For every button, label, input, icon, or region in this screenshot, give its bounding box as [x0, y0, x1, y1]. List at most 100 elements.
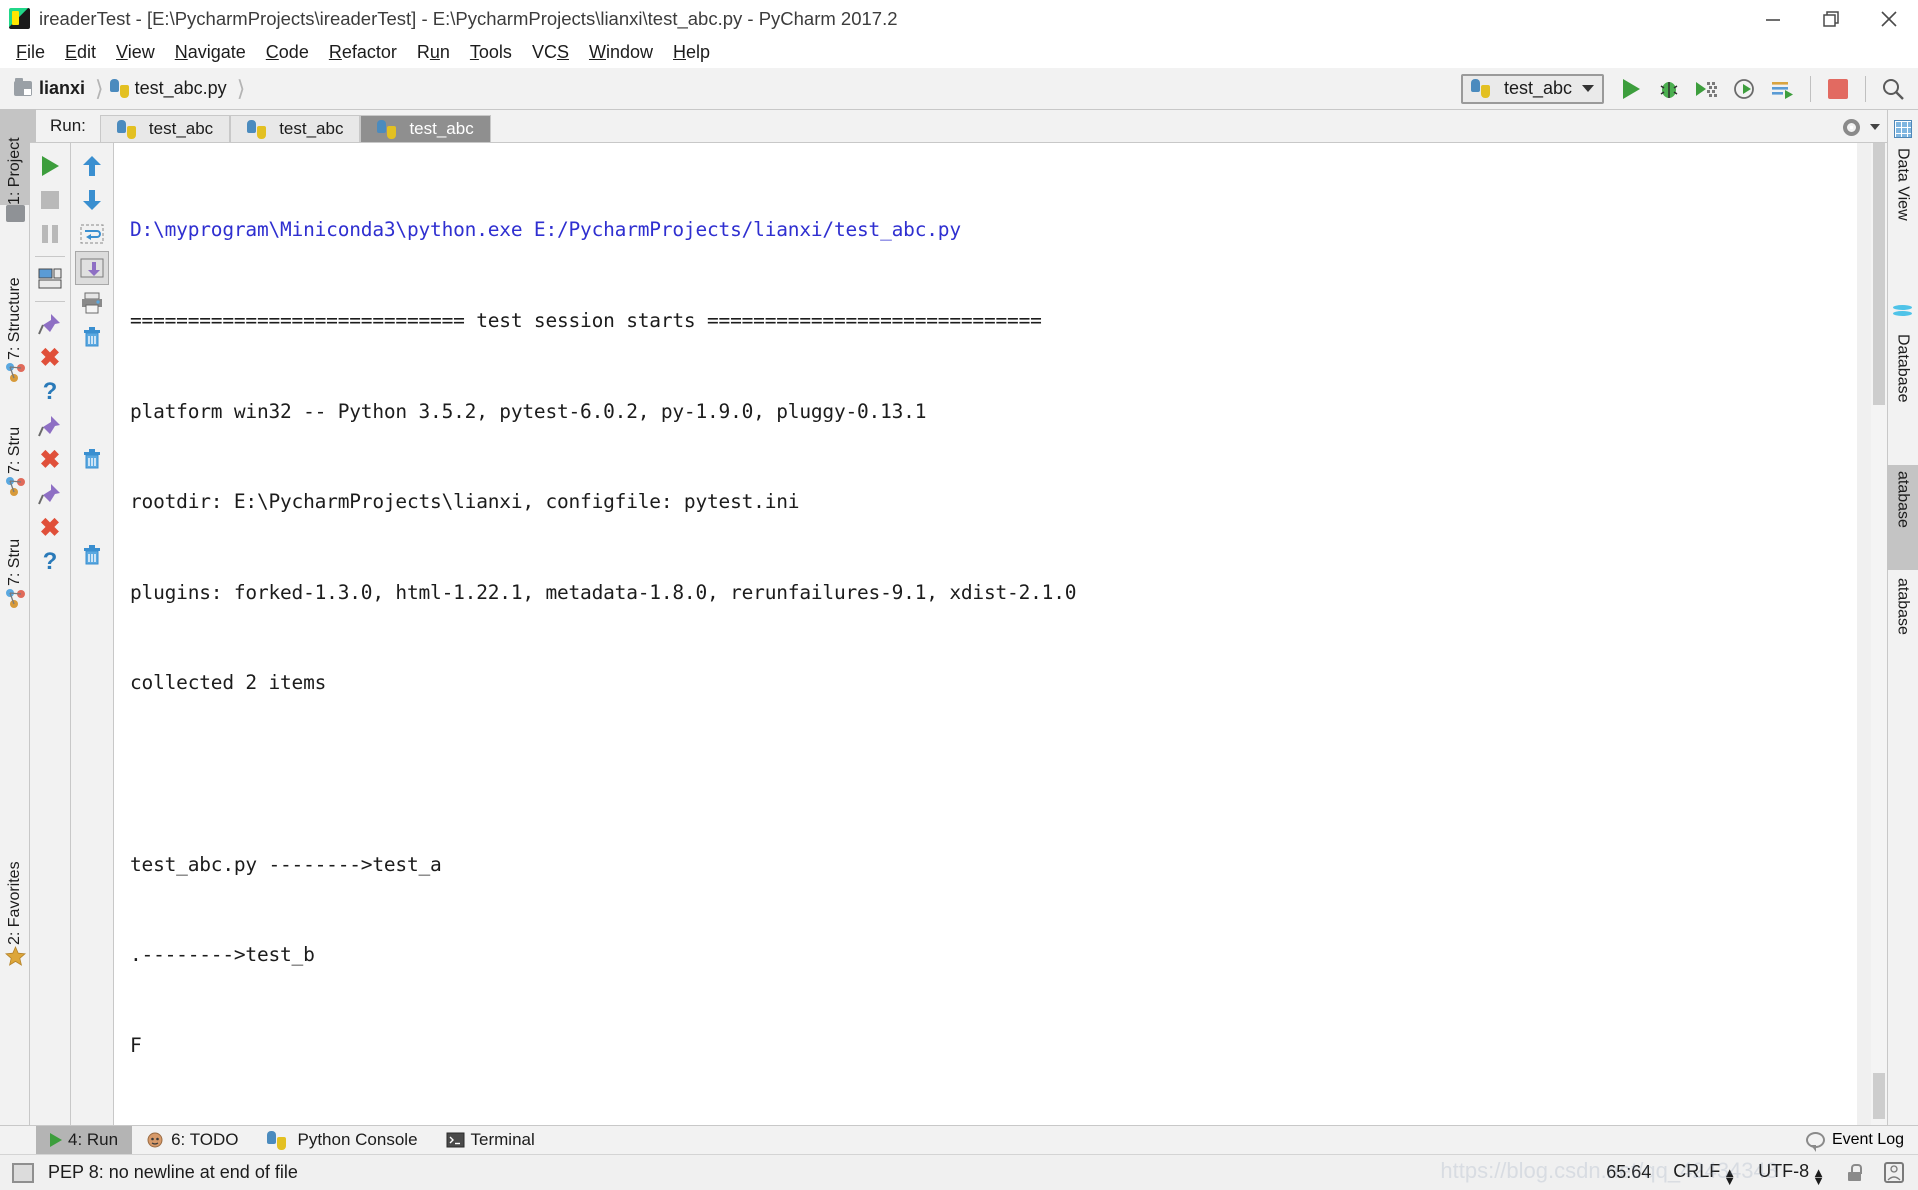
help-button-3[interactable]: ? [33, 545, 67, 579]
sidebar-item-favorites[interactable]: 2: Favorites [0, 830, 30, 945]
bottom-item-todo[interactable]: 6: TODO [132, 1126, 252, 1155]
soft-wrap-button[interactable] [75, 217, 109, 251]
pin-icon [38, 314, 60, 335]
menu-view[interactable]: View [106, 40, 165, 65]
pin-tab-button-2[interactable] [33, 409, 67, 443]
run-button[interactable] [1614, 72, 1648, 106]
stop-button[interactable] [1821, 72, 1855, 106]
spinner-icon: ▲ ▼ [1723, 1165, 1737, 1188]
scrollbar-thumb[interactable] [1873, 143, 1885, 405]
pin-tab-button-3[interactable] [33, 477, 67, 511]
python-run-icon [116, 119, 136, 139]
clear-all-button-2[interactable] [75, 441, 109, 475]
run-console[interactable]: D:\myprogram\Miniconda3\python.exe E:/Py… [114, 143, 1857, 1125]
maximize-button[interactable] [1802, 0, 1860, 37]
menu-help[interactable]: Help [663, 40, 720, 65]
help-button[interactable]: ? [33, 375, 67, 409]
menu-tools[interactable]: Tools [460, 40, 522, 65]
toggle-layout-button[interactable] [33, 262, 67, 296]
sidebar-item-label: 7: Structure [6, 277, 23, 360]
coverage-icon [1696, 81, 1717, 97]
chevron-down-icon[interactable] [1870, 124, 1880, 130]
menu-run[interactable]: Run [407, 40, 460, 65]
scrollbar-thumb-secondary[interactable] [1873, 1073, 1885, 1119]
close-tab-button-2[interactable]: ✖ [33, 443, 67, 477]
console-actions-toolbar [71, 143, 114, 1125]
profile-button[interactable] [1728, 72, 1762, 106]
event-log-label: Event Log [1831, 1131, 1904, 1148]
run-with-coverage-button[interactable] [1690, 72, 1724, 106]
close-tab-button[interactable]: ✖ [33, 341, 67, 375]
run-tab-3[interactable]: test_abc [360, 115, 491, 142]
close-tab-button-3[interactable]: ✖ [33, 511, 67, 545]
arrow-down-icon [83, 190, 101, 210]
stop-icon [1828, 78, 1848, 99]
scroll-up-button[interactable] [75, 149, 109, 183]
console-line: ============================= test sessi… [130, 309, 1042, 332]
caret-position[interactable]: 65:64 [1606, 1162, 1651, 1183]
console-output: D:\myprogram\Miniconda3\python.exe E:/Py… [114, 143, 1857, 1125]
minimize-button[interactable] [1744, 0, 1802, 37]
sidebar-item-data-view[interactable]: Data View [1887, 142, 1918, 262]
hector-icon[interactable] [1884, 1162, 1904, 1183]
lock-icon[interactable] [1847, 1164, 1862, 1181]
sidebar-item-project[interactable]: 1: Project [0, 110, 30, 205]
run-tab-2[interactable]: test_abc [230, 115, 361, 142]
breadcrumb-item-test-abc[interactable]: test_abc.py [109, 78, 227, 99]
bottom-toolwindow-bar: 4: Run 6: TODO Python Console Terminal E [0, 1125, 1918, 1155]
menu-navigate[interactable]: Navigate [165, 40, 256, 65]
sidebar-item-database-3[interactable]: atabase [1887, 572, 1918, 677]
print-button[interactable] [75, 285, 109, 319]
close-button[interactable] [1860, 0, 1918, 37]
menu-code[interactable]: Code [256, 40, 319, 65]
printer-icon [82, 292, 102, 313]
folder-icon [14, 78, 32, 96]
encoding-selector[interactable]: UTF-8 ▲ ▼ [1758, 1161, 1825, 1186]
event-log-button[interactable]: Event Log [1805, 1131, 1918, 1152]
bottom-item-terminal[interactable]: Terminal [432, 1126, 549, 1155]
line-separator-selector[interactable]: CRLF ▲ ▼ [1673, 1161, 1737, 1188]
python-run-icon [247, 119, 267, 139]
menu-edit[interactable]: Edit [55, 40, 106, 65]
menu-window[interactable]: Window [579, 40, 663, 65]
pause-output-button[interactable] [33, 217, 67, 251]
run-list-button[interactable] [1766, 72, 1800, 106]
stop-process-button[interactable] [33, 183, 67, 217]
clear-all-button-3[interactable] [75, 537, 109, 571]
pin-tab-button[interactable] [33, 307, 67, 341]
sidebar-item-structure[interactable]: 7: Structure [0, 240, 30, 360]
run-configuration-label: test_abc [1503, 78, 1572, 98]
layout-icon [38, 268, 62, 289]
debug-button[interactable] [1652, 72, 1686, 106]
sidebar-item-structure-3[interactable]: 7: Stru [0, 504, 30, 586]
grid-icon [1894, 120, 1912, 138]
gear-icon[interactable] [1843, 118, 1860, 136]
sidebar-item-database-2[interactable]: atabase [1887, 465, 1918, 570]
inspection-icon[interactable] [12, 1162, 34, 1183]
trash-icon [84, 449, 100, 469]
console-scrollbar[interactable] [1871, 143, 1887, 1125]
run-configuration-selector[interactable]: test_abc [1460, 73, 1604, 104]
run-tab-1[interactable]: test_abc [99, 115, 231, 142]
run-actions-toolbar: ✖ ? ✖ ✖ ? [30, 143, 71, 1125]
breadcrumb-item-lianxi[interactable]: lianxi [0, 78, 85, 99]
clear-all-button[interactable] [75, 319, 109, 353]
rerun-button[interactable] [33, 149, 67, 183]
console-line[interactable]: D:\myprogram\Miniconda3\python.exe E:/Py… [130, 215, 1857, 245]
bottom-item-python-console[interactable]: Python Console [253, 1126, 432, 1155]
pause-icon [41, 225, 59, 243]
menu-file[interactable]: File [6, 40, 55, 65]
run-list-icon [1772, 81, 1793, 99]
search-everywhere-button[interactable] [1876, 72, 1910, 106]
menu-vcs[interactable]: VCS [522, 40, 579, 65]
console-line: F [130, 1033, 142, 1057]
console-line: test_abc.py -------->test_a [130, 852, 442, 876]
sidebar-item-database[interactable]: Database [1887, 328, 1918, 448]
menu-refactor[interactable]: Refactor [319, 40, 407, 65]
scroll-down-button[interactable] [75, 183, 109, 217]
bottom-item-run[interactable]: 4: Run [36, 1125, 133, 1155]
scroll-to-end-button[interactable] [75, 251, 109, 285]
window-title: ireaderTest - [E:\PycharmProjects\ireade… [39, 7, 898, 29]
sidebar-item-label: 1: Project [6, 137, 23, 205]
bubble-icon [1805, 1132, 1825, 1152]
